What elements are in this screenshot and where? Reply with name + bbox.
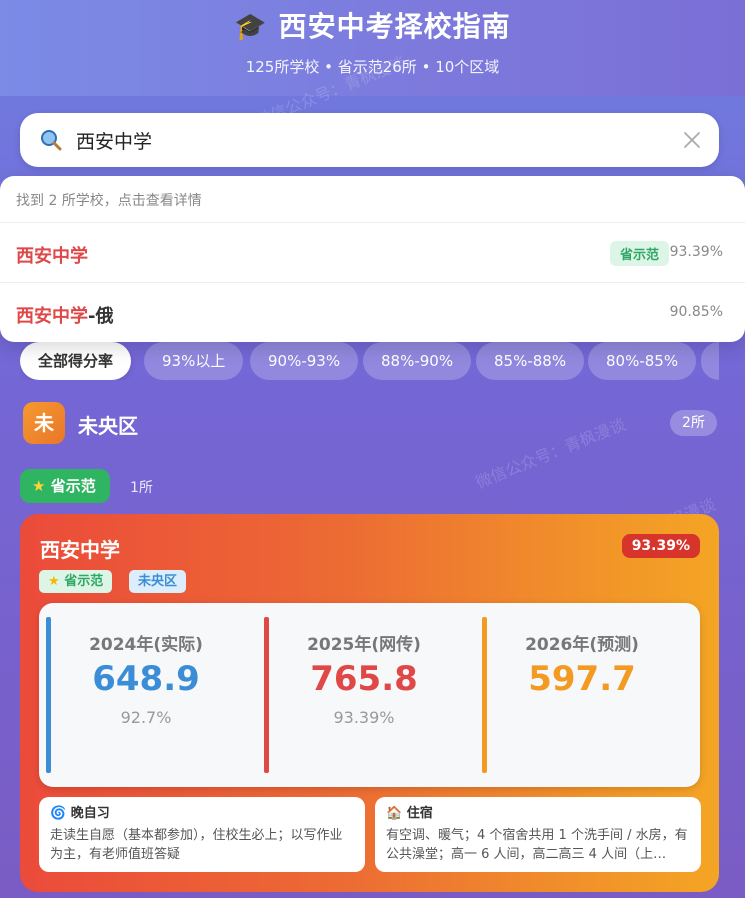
watermark: 微信公众号：青枫漫谈 <box>472 414 629 493</box>
spiral-icon: 🌀 <box>50 806 67 821</box>
tag-provincial-model: ★ 省示范 <box>39 570 113 593</box>
star-icon: ★ <box>48 574 60 589</box>
category-label: 省示范 <box>50 477 96 495</box>
filter-chip[interactable]: 90%-93% <box>250 342 359 380</box>
result-badge: 省示范 <box>610 241 670 266</box>
result-name: 西安中学-俄 <box>16 302 113 328</box>
close-icon[interactable] <box>683 131 701 149</box>
info-title-text: 晚自习 <box>70 806 110 821</box>
score-rate: 92.7% <box>120 708 172 727</box>
score-year-label: 2025年(网传) <box>307 635 421 655</box>
result-percentage: 93.39% <box>669 244 723 260</box>
score-rate: 93.39% <box>333 708 395 727</box>
search-results-dropdown: 找到 2 所学校，点击查看详情 西安中学 省示范 93.39% 西安中学-俄 9… <box>0 176 745 342</box>
district-icon: 未 <box>23 402 65 444</box>
dorm-info: 🏠 住宿 有空调、暖气；4 个宿舍共用 1 个洗手间 / 水房，有公共澡堂；高一… <box>375 797 701 872</box>
result-name-highlight: 西安中学 <box>16 306 88 327</box>
results-hint: 找到 2 所学校，点击查看详情 <box>16 193 202 209</box>
info-title: 🏠 住宿 <box>386 805 690 823</box>
search-result-item[interactable]: 西安中学 省示范 93.39% <box>0 224 745 282</box>
filter-chip[interactable]: 93%以上 <box>144 342 244 380</box>
divider <box>0 282 745 283</box>
title-row: 🎓 西安中考择校指南 <box>0 10 745 44</box>
graduation-cap-icon: 🎓 <box>234 12 267 42</box>
score-rate-badge: 93.39% <box>621 534 700 558</box>
search-result-item[interactable]: 西安中学-俄 90.85% <box>0 284 745 342</box>
filter-chip[interactable] <box>701 342 719 380</box>
search-box[interactable] <box>20 113 719 167</box>
result-name: 西安中学 <box>16 242 88 268</box>
score-column: 2025年(网传) 765.8 93.39% <box>264 617 464 773</box>
page-title: 西安中考择校指南 <box>278 10 511 43</box>
score-column: 2024年(实际) 648.9 92.7% <box>46 617 246 773</box>
filter-chip-all[interactable]: 全部得分率 <box>20 342 132 380</box>
district-count-badge: 2所 <box>670 410 717 436</box>
category-count: 1所 <box>130 480 153 496</box>
star-icon: ★ <box>32 477 46 495</box>
filter-chip[interactable]: 85%-88% <box>476 342 585 380</box>
score-value: 765.8 <box>310 659 418 699</box>
score-column: 2026年(预测) 597.7 <box>482 617 682 773</box>
evening-study-info: 🌀 晚自习 走读生自愿（基本都参加），住校生必上；以写作业为主，有老师值班答疑 <box>39 797 365 872</box>
search-icon <box>41 130 62 151</box>
page-subtitle: 125所学校 • 省示范26所 • 10个区域 <box>245 58 500 76</box>
score-year-label: 2024年(实际) <box>89 635 203 655</box>
divider <box>0 222 745 223</box>
result-name-highlight: 西安中学 <box>16 246 88 267</box>
filter-chip[interactable]: 80%-85% <box>588 342 697 380</box>
score-value: 597.7 <box>528 659 636 699</box>
info-text: 有空调、暖气；4 个宿舍共用 1 个洗手间 / 水房，有公共澡堂；高一 6 人间… <box>386 828 688 862</box>
district-name: 未央区 <box>78 414 138 438</box>
tag-district: 未央区 <box>129 570 187 593</box>
score-panel: 2024年(实际) 648.9 92.7% 2025年(网传) 765.8 93… <box>39 603 700 787</box>
school-name: 西安中学 <box>40 538 120 562</box>
score-year-label: 2026年(预测) <box>525 635 639 655</box>
score-value: 648.9 <box>92 659 200 699</box>
info-title: 🌀 晚自习 <box>50 805 354 823</box>
filter-chip[interactable]: 88%-90% <box>363 342 472 380</box>
result-name-rest: -俄 <box>88 306 114 327</box>
tag-label: 省示范 <box>64 574 104 589</box>
result-percentage: 90.85% <box>669 304 723 320</box>
page-header: 🎓 西安中考择校指南 125所学校 • 省示范26所 • 10个区域 <box>0 0 745 96</box>
score-filter-bar: 全部得分率 93%以上 90%-93% 88%-90% 85%-88% 80%-… <box>20 342 719 380</box>
search-input[interactable] <box>76 125 656 155</box>
house-icon: 🏠 <box>386 806 403 821</box>
info-text: 走读生自愿（基本都参加），住校生必上；以写作业为主，有老师值班答疑 <box>50 828 343 862</box>
category-badge: ★ 省示范 <box>20 469 110 503</box>
school-card[interactable]: 西安中学 93.39% ★ 省示范 未央区 2024年(实际) 648.9 92… <box>20 514 719 892</box>
info-title-text: 住宿 <box>406 806 433 821</box>
